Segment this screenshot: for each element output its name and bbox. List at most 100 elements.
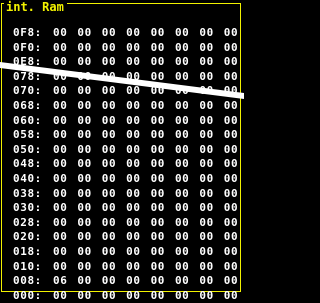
byte-cell: 00 — [150, 230, 166, 244]
byte-cell: 00 — [126, 157, 141, 171]
memory-row: 000: 00 00 00 00 00 00 00 00 — [13, 289, 248, 303]
byte-cell: 00 — [101, 40, 117, 54]
byte-cell: 00 — [199, 113, 214, 127]
row-address: 0F8: — [13, 26, 42, 39]
byte-cell: 00 — [223, 230, 239, 244]
byte-cell: 00 — [101, 69, 117, 83]
byte-cell: 00 — [199, 142, 214, 156]
memory-row: 028: 00 00 00 00 00 00 00 00 — [13, 216, 248, 231]
byte-cell: 00 — [77, 186, 92, 200]
byte-cell: 00 — [77, 259, 92, 273]
byte-cell: 00 — [174, 230, 190, 244]
row-address: 0E8: — [13, 55, 42, 69]
memory-row: 010: 00 00 00 00 00 00 00 00 — [13, 260, 248, 275]
byte-cell: 00 — [77, 26, 92, 39]
byte-cell: 00 — [223, 259, 239, 273]
row-address: 068: — [13, 98, 42, 112]
byte-cell: 00 — [77, 230, 92, 244]
byte-cell: 00 — [126, 244, 141, 258]
byte-cell: 00 — [150, 171, 166, 185]
byte-cell: 00 — [126, 274, 141, 288]
row-address: 010: — [13, 259, 42, 273]
byte-cell: 00 — [101, 84, 117, 98]
byte-cell: 00 — [77, 215, 92, 229]
byte-cell: 00 — [199, 157, 214, 171]
row-address: 048: — [13, 157, 42, 171]
memory-row: 070: 00 00 00 00 00 00 00 00 — [13, 84, 248, 99]
byte-cell: 00 — [223, 69, 239, 83]
byte-cell: 00 — [150, 84, 166, 98]
byte-cell: 00 — [223, 157, 239, 171]
byte-cell: 00 — [53, 128, 68, 142]
byte-cell: 00 — [199, 259, 214, 273]
byte-cell: 00 — [150, 69, 166, 83]
byte-cell: 00 — [223, 186, 239, 200]
byte-cell: 00 — [174, 215, 190, 229]
byte-cell: 00 — [101, 171, 117, 185]
byte-cell: 00 — [223, 128, 239, 142]
row-address: 020: — [13, 230, 42, 244]
byte-cell: 00 — [223, 113, 239, 127]
byte-cell: 00 — [126, 113, 141, 127]
byte-cell: 00 — [199, 288, 214, 302]
byte-cell: 00 — [150, 274, 166, 288]
byte-cell: 00 — [150, 113, 166, 127]
row-address: 008: — [13, 274, 42, 288]
byte-cell: 00 — [223, 171, 239, 185]
memory-row: 018: 00 00 00 00 00 00 00 00 — [13, 245, 248, 260]
memory-row: 020: 00 00 00 00 00 00 00 00 — [13, 230, 248, 245]
byte-cell: 00 — [77, 171, 92, 185]
byte-cell: 00 — [199, 128, 214, 142]
byte-cell: 00 — [53, 215, 68, 229]
byte-cell: 00 — [77, 201, 92, 215]
byte-cell: 00 — [53, 171, 68, 185]
byte-cell: 00 — [150, 128, 166, 142]
byte-cell: 00 — [101, 259, 117, 273]
byte-cell: 00 — [101, 26, 117, 39]
memory-row: 078: 00 00 00 00 00 00 00 00 — [13, 70, 248, 85]
byte-cell: 00 — [53, 288, 68, 302]
byte-cell: 00 — [126, 26, 141, 39]
byte-cell: 00 — [126, 98, 141, 112]
byte-cell: 00 — [223, 142, 239, 156]
byte-cell: 00 — [150, 259, 166, 273]
byte-cell: 00 — [77, 55, 92, 69]
byte-cell: 00 — [53, 113, 68, 127]
byte-cell: 00 — [174, 142, 190, 156]
byte-cell: 00 — [174, 113, 190, 127]
byte-cell: 00 — [174, 84, 190, 98]
byte-cell: 00 — [101, 128, 117, 142]
byte-cell: 00 — [174, 69, 190, 83]
row-address: 078: — [13, 69, 42, 83]
byte-cell: 00 — [53, 98, 68, 112]
byte-cell: 00 — [53, 186, 68, 200]
byte-cell: 06 — [53, 274, 68, 288]
byte-cell: 00 — [199, 186, 214, 200]
byte-cell: 00 — [126, 201, 141, 215]
byte-cell: 00 — [77, 128, 92, 142]
byte-cell: 00 — [126, 288, 141, 302]
byte-cell: 00 — [199, 26, 214, 39]
byte-cell: 00 — [126, 142, 141, 156]
byte-cell: 00 — [174, 157, 190, 171]
byte-cell: 00 — [53, 157, 68, 171]
byte-cell: 00 — [53, 259, 68, 273]
byte-cell: 00 — [223, 215, 239, 229]
row-address: 060: — [13, 113, 42, 127]
byte-cell: 00 — [174, 274, 190, 288]
row-address: 050: — [13, 142, 42, 156]
memory-row: 040: 00 00 00 00 00 00 00 00 — [13, 172, 248, 187]
byte-cell: 00 — [150, 26, 166, 39]
byte-cell: 00 — [174, 98, 190, 112]
byte-cell: 00 — [223, 84, 239, 98]
byte-cell: 00 — [223, 98, 239, 112]
byte-cell: 00 — [77, 157, 92, 171]
byte-cell: 00 — [101, 142, 117, 156]
byte-cell: 00 — [101, 157, 117, 171]
byte-cell: 00 — [77, 98, 92, 112]
byte-cell: 00 — [199, 171, 214, 185]
byte-cell: 00 — [199, 69, 214, 83]
byte-cell: 00 — [77, 142, 92, 156]
byte-cell: 00 — [101, 186, 117, 200]
memory-row: 038: 00 00 00 00 00 00 00 00 — [13, 187, 248, 202]
